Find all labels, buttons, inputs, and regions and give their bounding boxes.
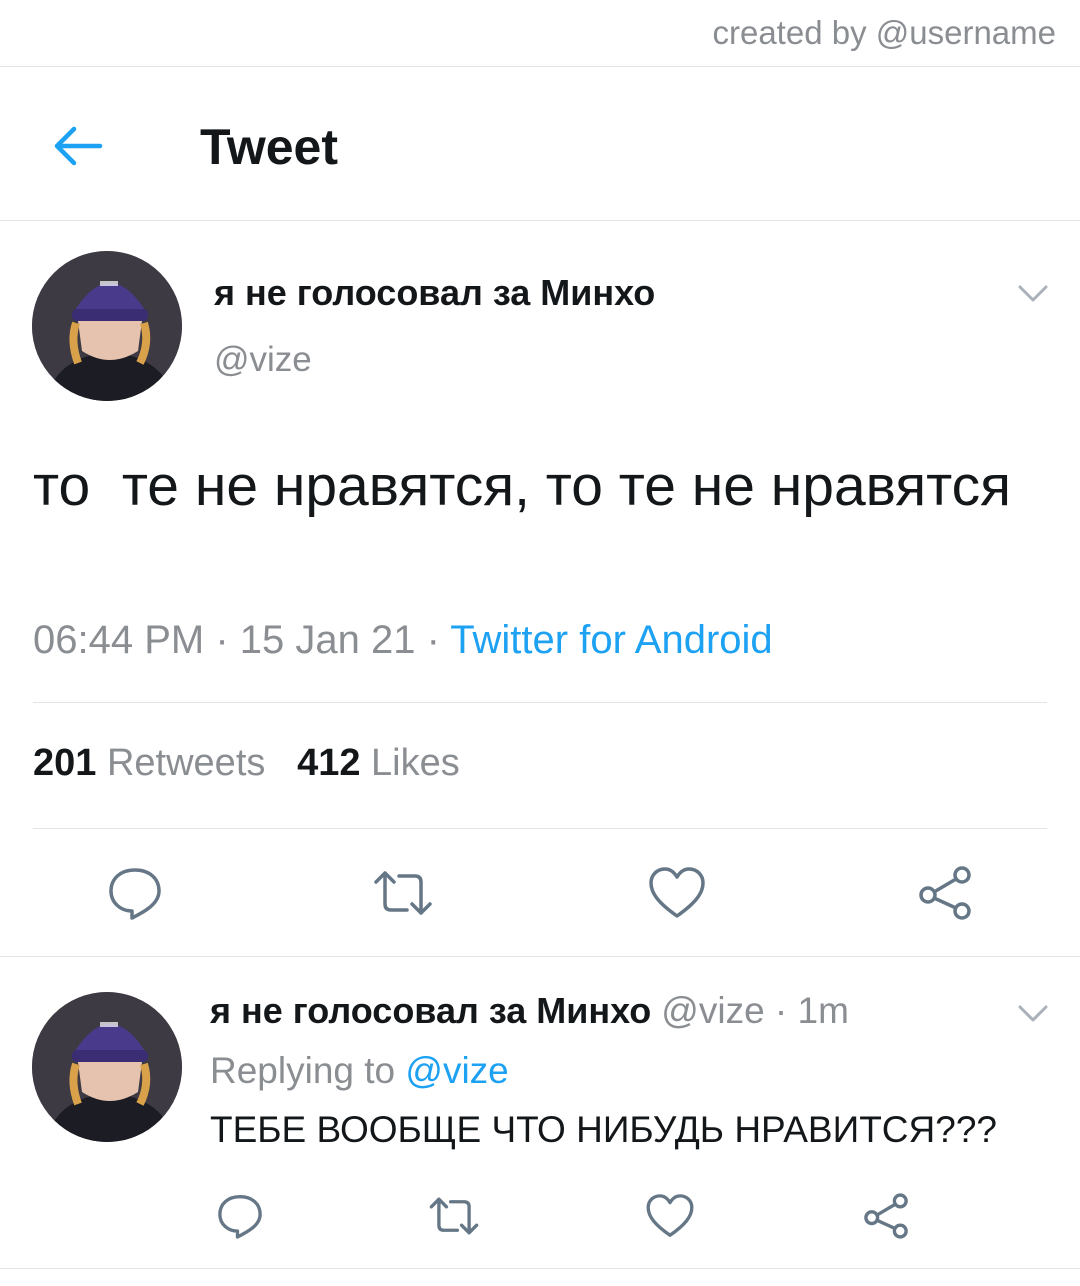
arrow-left-icon [54,126,103,166]
retweet-icon [374,871,432,915]
avatar[interactable] [32,251,182,401]
like-icon [649,867,705,918]
reply-author-handle[interactable]: @vize [661,990,764,1031]
back-button[interactable] [52,120,104,172]
page-title: Tweet [200,119,338,175]
likes-count: 412 [297,742,361,784]
retweets-label: Retweets [106,742,266,784]
likes-stat[interactable]: 412 Likes [297,742,460,784]
like-button[interactable] [646,862,708,924]
retweets-stat[interactable]: 201 Retweets [33,742,265,784]
reply-time: 1m [797,990,849,1031]
share-button[interactable] [914,862,976,924]
tweet-text: то те не нравятся, то те не нравятся [33,454,1011,518]
reply-avatar[interactable] [32,992,182,1142]
author-handle[interactable]: @vize [214,340,312,380]
chevron-down-icon [1018,1005,1048,1022]
reply-dot: · [764,990,798,1031]
reply-like-button[interactable] [644,1190,696,1242]
section-divider [0,956,1080,957]
reply-more-options-button[interactable] [1016,996,1050,1030]
tweet-source-link[interactable]: Twitter for Android [450,618,772,662]
share-icon [919,866,971,920]
tweet-stats: 201 Retweets 412 Likes [33,742,460,785]
replying-to: Replying to @vize [210,1050,509,1092]
meta-separator: · [204,618,240,662]
tweet-time: 06:44 PM [33,618,205,662]
chevron-down-icon [1018,285,1048,302]
meta-separator: · [415,618,451,662]
reply-text: ТЕБЕ ВООБЩЕ ЧТО НИБУДЬ НРАВИТСЯ??? [210,1109,997,1150]
tweet-meta: 06:44 PM · 15 Jan 21 · Twitter for Andro… [33,618,773,663]
share-icon [864,1193,908,1239]
reply-share-button[interactable] [860,1190,912,1242]
reply-icon [109,868,161,920]
stats-divider [33,828,1047,829]
bottom-divider [0,1268,1080,1269]
likes-label: Likes [371,742,460,784]
reply-header: я не голосовал за Минхо @vize · 1m [210,990,849,1032]
reply-icon [218,1195,262,1239]
reply-author-name[interactable]: я не голосовал за Минхо [210,990,651,1031]
reply-reply-button[interactable] [214,1190,266,1242]
tweet-date: 15 Jan 21 [239,618,416,662]
meta-divider [33,702,1047,703]
reply-retweet-button[interactable] [428,1190,480,1242]
header-divider [0,220,1080,221]
like-icon [646,1194,694,1237]
retweet-icon [429,1197,479,1235]
top-divider [0,66,1080,67]
more-options-button[interactable] [1016,276,1050,310]
replying-to-label: Replying to [210,1050,406,1091]
credit-watermark: created by @username [712,14,1056,51]
retweet-button[interactable] [372,862,434,924]
replying-to-handle[interactable]: @vize [405,1050,508,1091]
retweets-count: 201 [33,742,97,784]
author-name[interactable]: я не голосовал за Минхо [214,272,655,314]
reply-button[interactable] [104,862,166,924]
avatar-image [32,992,182,1142]
avatar-image [32,251,182,401]
